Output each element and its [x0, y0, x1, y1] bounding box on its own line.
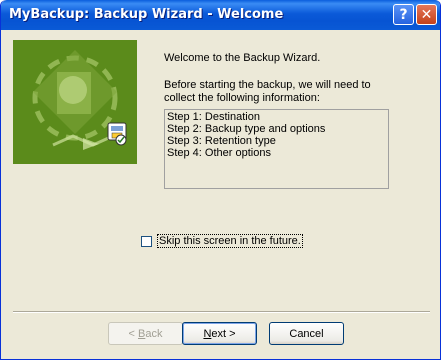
next-label-rest: ext	[211, 327, 227, 340]
backup-wizard-graphic-icon	[13, 40, 137, 164]
next-hotkey: N	[203, 327, 212, 340]
next-button[interactable]: Next >	[182, 322, 257, 345]
help-icon: ?	[399, 6, 408, 23]
steps-list: Step 1: Destination Step 2: Backup type …	[164, 109, 389, 189]
wizard-window: MyBackup: Backup Wizard - Welcome ? ✕ We…	[0, 0, 441, 360]
back-label-rest: ack	[145, 327, 163, 340]
list-item: Step 1: Destination	[167, 111, 260, 123]
back-hotkey: B	[138, 327, 146, 340]
title-bar[interactable]: MyBackup: Backup Wizard - Welcome ? ✕	[1, 0, 440, 30]
back-prefix: <	[128, 327, 138, 340]
next-suffix: >	[226, 327, 236, 340]
window-title: MyBackup: Backup Wizard - Welcome	[9, 7, 284, 22]
intro-text: Before starting the backup, we will need…	[164, 79, 371, 104]
list-item: Step 3: Retention type	[167, 135, 276, 147]
cancel-button[interactable]: Cancel	[269, 322, 344, 345]
welcome-heading: Welcome to the Backup Wizard.	[164, 52, 321, 64]
wizard-banner-image	[13, 40, 137, 164]
list-item: Step 4: Other options	[167, 147, 271, 159]
skip-screen-option[interactable]: Skip this screen in the future.	[141, 234, 303, 248]
skip-screen-label[interactable]: Skip this screen in the future.	[157, 234, 303, 248]
back-button[interactable]: < Back	[108, 322, 183, 345]
help-button[interactable]: ?	[393, 4, 414, 25]
divider	[13, 311, 430, 313]
skip-screen-checkbox[interactable]	[141, 235, 152, 247]
list-item: Step 2: Backup type and options	[167, 123, 326, 135]
close-icon: ✕	[420, 6, 433, 23]
close-button[interactable]: ✕	[416, 4, 437, 25]
